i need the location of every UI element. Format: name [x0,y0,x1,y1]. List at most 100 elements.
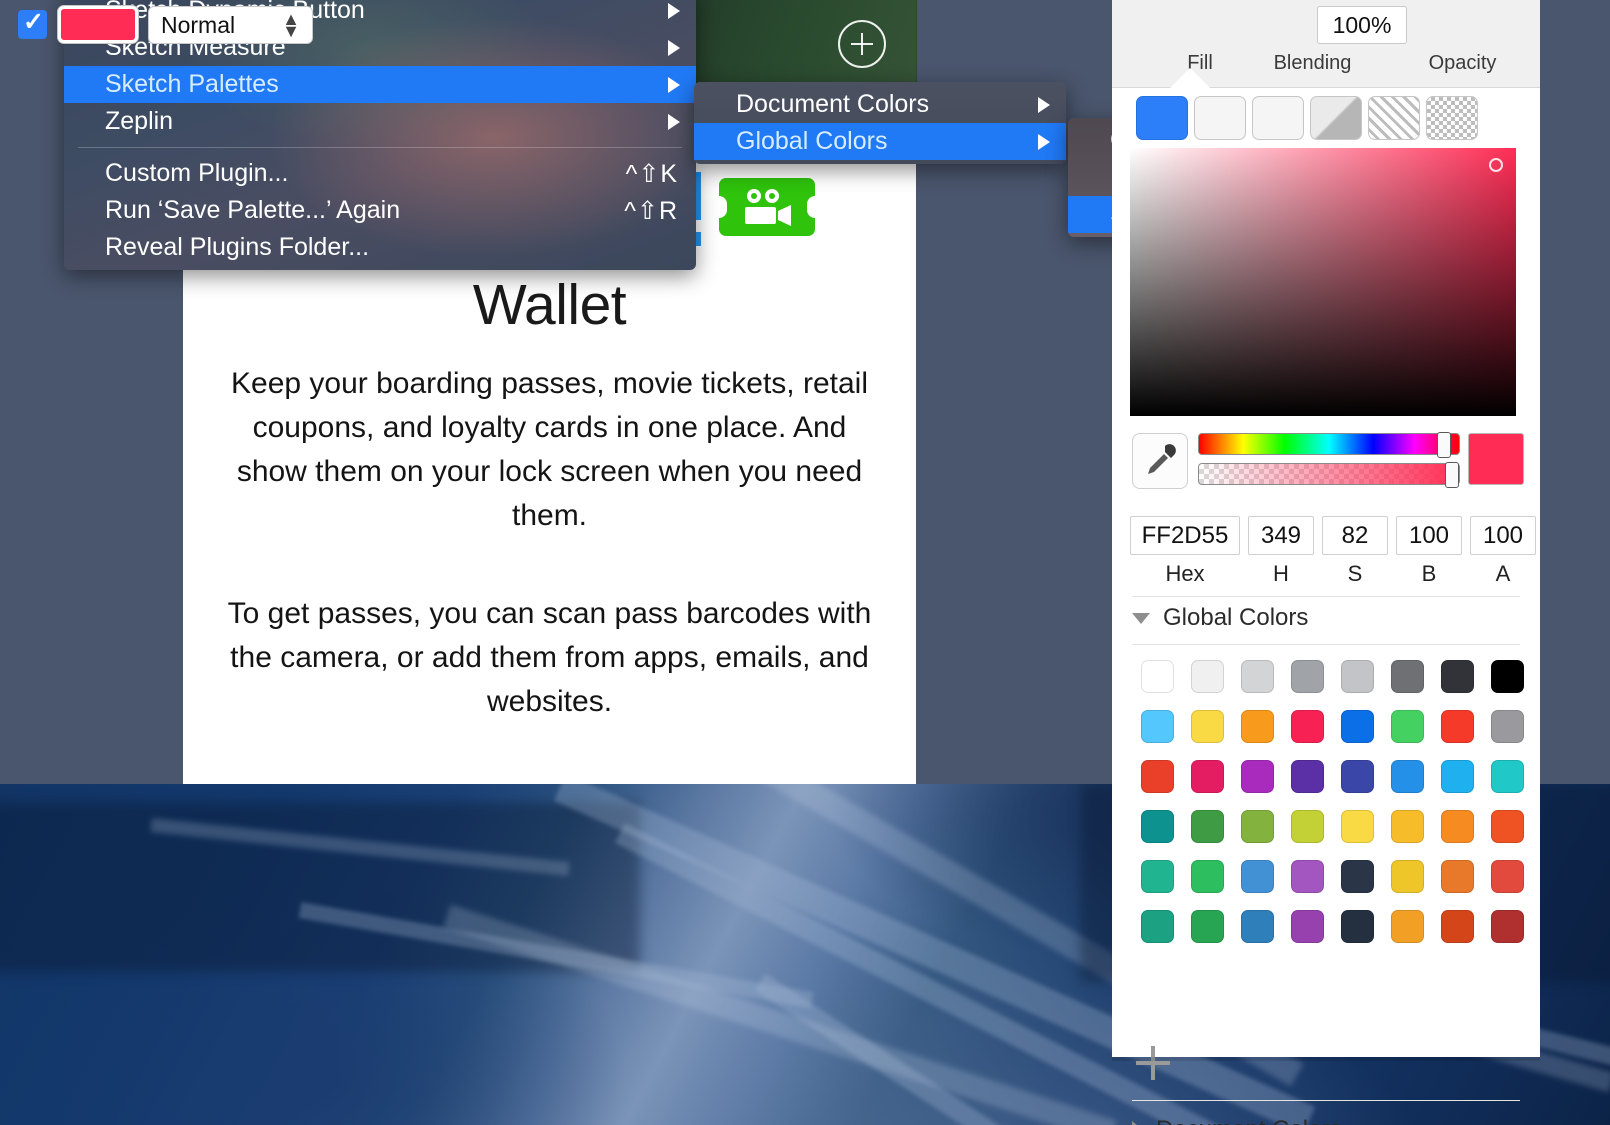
color-swatch[interactable] [1190,909,1224,943]
swatch-cell[interactable] [1282,751,1332,801]
swatch-cell[interactable] [1382,751,1432,801]
saturation-input[interactable]: 82 [1322,516,1388,555]
fill-type-solid-color-button[interactable] [1136,96,1188,140]
swatch-cell[interactable] [1482,851,1532,901]
hue-slider[interactable] [1198,432,1460,458]
color-swatch[interactable] [1440,709,1474,743]
color-swatch[interactable] [1440,659,1474,693]
swatch-cell[interactable] [1132,901,1182,951]
swatch-cell[interactable] [1182,701,1232,751]
hue-input[interactable]: 349 [1248,516,1314,555]
swatch-cell[interactable] [1332,651,1382,701]
fill-type-segmented-control[interactable] [1136,96,1478,140]
color-swatch[interactable] [1140,659,1174,693]
menu-item-document-colors[interactable]: Document Colors [694,86,1066,123]
color-swatch[interactable] [1190,709,1224,743]
color-value-fields[interactable]: FF2D55 349 82 100 100 [1130,516,1536,555]
menu-item-reveal-plugins-folder[interactable]: Reveal Plugins Folder... [64,229,696,266]
color-swatch[interactable] [1240,809,1274,843]
movie-ticket-icon[interactable] [711,178,823,236]
chevron-down-icon[interactable] [1132,612,1150,624]
chevron-right-icon[interactable] [1132,1121,1143,1125]
color-swatch[interactable] [1140,709,1174,743]
swatch-cell[interactable] [1482,651,1532,701]
color-swatch[interactable] [1190,759,1224,793]
swatch-cell[interactable] [1282,701,1332,751]
swatch-cell[interactable] [1382,801,1432,851]
menu-item-sketch-palettes[interactable]: Sketch Palettes [64,66,696,103]
swatch-cell[interactable] [1332,801,1382,851]
fill-type-radial-gradient-button[interactable] [1252,96,1304,140]
swatch-cell[interactable] [1182,851,1232,901]
global-colors-swatch-grid[interactable] [1132,651,1532,951]
swatch-cell[interactable] [1432,901,1482,951]
swatch-cell[interactable] [1432,751,1482,801]
color-swatch[interactable] [1290,859,1324,893]
color-swatch[interactable] [1340,809,1374,843]
color-swatch[interactable] [1440,809,1474,843]
swatch-cell[interactable] [1332,701,1382,751]
swatch-cell[interactable] [1332,751,1382,801]
swatch-cell[interactable] [1232,651,1282,701]
add-swatch-icon[interactable] [1136,1046,1170,1080]
global-colors-group-header[interactable]: Global Colors [1132,604,1308,632]
swatch-cell[interactable] [1232,801,1282,851]
swatch-cell[interactable] [1332,851,1382,901]
document-colors-group-header[interactable]: Document Colors [1132,1116,1341,1125]
swatch-cell[interactable] [1382,651,1432,701]
fill-enabled-checkbox[interactable] [18,7,47,39]
color-swatch[interactable] [1240,759,1274,793]
fill-color-swatch[interactable] [58,6,138,43]
swatch-cell[interactable] [1132,801,1182,851]
brightness-input[interactable]: 100 [1396,516,1462,555]
swatch-cell[interactable] [1482,701,1532,751]
swatch-cell[interactable] [1232,701,1282,751]
swatch-cell[interactable] [1132,651,1182,701]
color-swatch[interactable] [1390,859,1424,893]
swatch-cell[interactable] [1282,851,1332,901]
color-swatch[interactable] [1390,809,1424,843]
eyedropper-icon[interactable] [1132,433,1188,489]
menu-item-zeplin[interactable]: Zeplin [64,103,696,140]
color-swatch[interactable] [1290,709,1324,743]
swatch-cell[interactable] [1282,801,1332,851]
color-swatch[interactable] [1190,809,1224,843]
fill-type-angular-gradient-button[interactable] [1310,96,1362,140]
color-picker-popover[interactable]: FF2D55 349 82 100 100 Hex H S B A Global… [1112,88,1540,1125]
color-swatch[interactable] [1390,659,1424,693]
color-swatch[interactable] [1490,659,1524,693]
saturation-brightness-picker[interactable] [1130,148,1516,416]
stepper-icon[interactable]: ▲ ▼ [282,10,300,40]
swatch-cell[interactable] [1182,901,1232,951]
swatch-cell[interactable] [1382,901,1432,951]
hex-input[interactable]: FF2D55 [1130,516,1240,555]
color-swatch[interactable] [1340,659,1374,693]
color-swatch[interactable] [1140,859,1174,893]
color-swatch[interactable] [1140,809,1174,843]
swatch-cell[interactable] [1282,651,1332,701]
color-swatch[interactable] [1140,909,1174,943]
hue-slider-knob[interactable] [1437,432,1451,458]
color-swatch[interactable] [1390,909,1424,943]
opacity-input[interactable]: 100% [1317,6,1407,44]
fill-type-pattern-button[interactable] [1368,96,1420,140]
swatch-cell[interactable] [1432,851,1482,901]
swatch-cell[interactable] [1482,901,1532,951]
swatch-cell[interactable] [1182,651,1232,701]
color-swatch[interactable] [1290,659,1324,693]
color-picker-handle[interactable] [1489,158,1503,172]
swatch-cell[interactable] [1432,651,1482,701]
swatch-cell[interactable] [1132,751,1182,801]
color-swatch[interactable] [1290,909,1324,943]
color-swatch[interactable] [1140,759,1174,793]
swatch-cell[interactable] [1182,801,1232,851]
swatch-cell[interactable] [1232,751,1282,801]
color-swatch[interactable] [1190,859,1224,893]
swatch-cell[interactable] [1282,901,1332,951]
swatch-cell[interactable] [1432,701,1482,751]
swatch-cell[interactable] [1132,851,1182,901]
color-swatch[interactable] [1290,759,1324,793]
color-swatch[interactable] [1390,709,1424,743]
swatch-cell[interactable] [1132,701,1182,751]
color-swatch[interactable] [1440,859,1474,893]
